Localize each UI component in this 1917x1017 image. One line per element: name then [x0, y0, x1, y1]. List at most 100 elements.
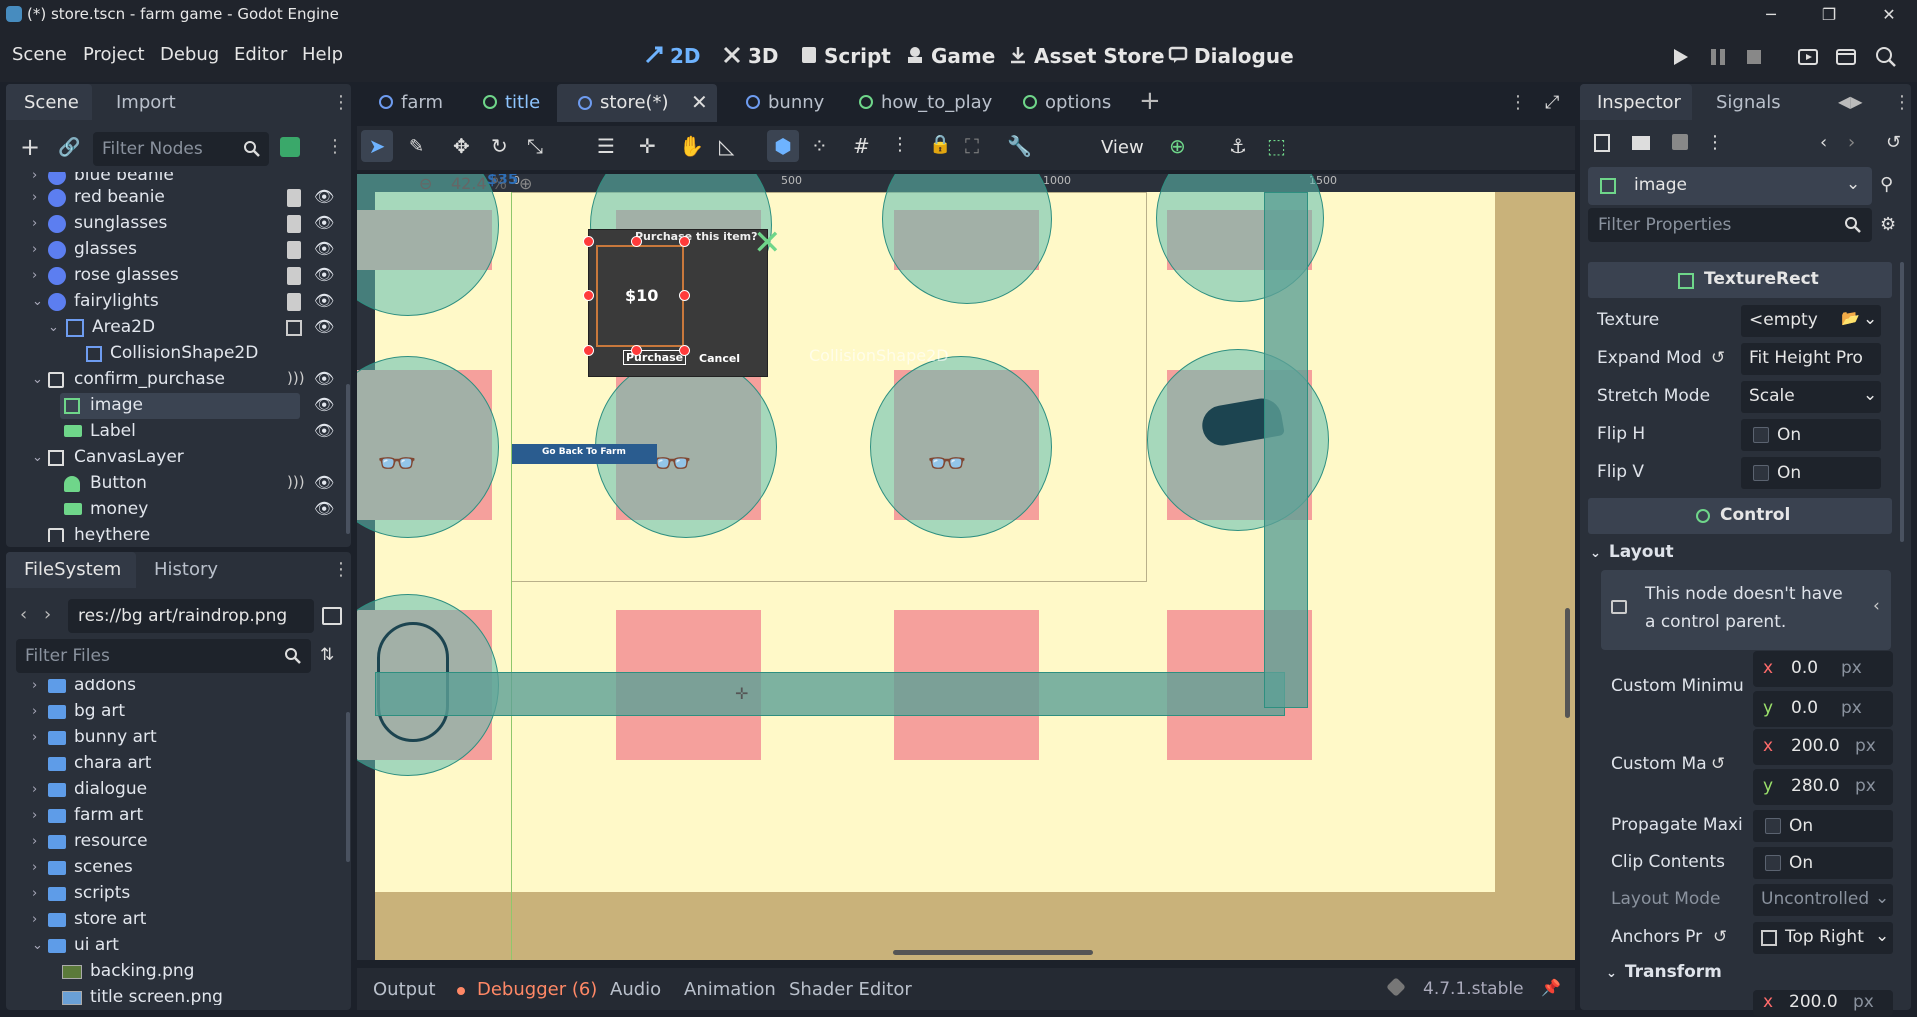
file-tree-scrollbar[interactable]	[346, 712, 350, 862]
resize-handle[interactable]	[583, 290, 594, 301]
fs-item-bg-art[interactable]: › bg art	[6, 699, 351, 725]
dock-menu-icon[interactable]: ⋮	[332, 559, 350, 580]
visibility-eye-icon[interactable]: 👁	[314, 213, 334, 232]
revert-icon[interactable]: ↺	[1711, 754, 1725, 774]
collapse-warning-icon[interactable]: ‹	[1873, 596, 1880, 616]
forward-arrow-icon[interactable]: ›	[44, 604, 51, 625]
prop-flip-v[interactable]: Flip V On	[1583, 455, 1893, 491]
sort-icon[interactable]: ⇅	[320, 645, 334, 665]
node-selector[interactable]: image ⌄	[1588, 167, 1872, 205]
inspector-menu-icon[interactable]: ⋮	[1706, 132, 1724, 153]
play-custom-scene-icon[interactable]	[1834, 45, 1858, 69]
bottom-tab-output[interactable]: Output	[373, 979, 436, 1000]
history-back-icon[interactable]: ‹	[1820, 132, 1827, 153]
layout-mode-select[interactable]: Uncontrolled ⌄	[1753, 884, 1893, 916]
close-window-button[interactable]: ✕	[1866, 0, 1912, 29]
prop-propagate-maximum[interactable]: Propagate Maxi On	[1597, 808, 1893, 844]
fs-item-bunny-art[interactable]: › bunny art	[6, 725, 351, 751]
script-icon[interactable]	[287, 189, 301, 207]
layout-section[interactable]: ⌄ Layout	[1590, 542, 1674, 562]
resize-handle[interactable]	[583, 236, 594, 247]
lock-icon[interactable]: 🔒	[929, 134, 951, 155]
anchors-preset-select[interactable]: Top Right ⌄	[1753, 922, 1893, 954]
scene-tree-scrollbar[interactable]	[346, 384, 350, 534]
snap-menu-icon[interactable]: ⋮	[891, 134, 909, 155]
tree-row-heythere[interactable]: heythere	[6, 523, 351, 542]
custom-min-x-field[interactable]: x 0.0 px	[1753, 651, 1893, 687]
close-tab-icon[interactable]: ✕	[691, 90, 708, 114]
prop-anchors-preset[interactable]: Anchors Pr ↺ Top Right ⌄	[1597, 920, 1893, 956]
scene-tab-bunny[interactable]: bunny	[746, 92, 824, 113]
fs-item-scripts[interactable]: › scripts	[6, 881, 351, 907]
visibility-eye-icon[interactable]: 👁	[314, 369, 334, 388]
fs-item-farm-art[interactable]: › farm art	[6, 803, 351, 829]
zoom-level[interactable]: 42.4 %	[451, 174, 507, 193]
resize-handle[interactable]	[631, 345, 642, 356]
snap-icon[interactable]: ⁘	[811, 134, 828, 158]
visibility-eye-icon[interactable]: 👁	[314, 239, 334, 258]
add-anchor-icon[interactable]: ⊕	[1169, 134, 1186, 158]
propagate-checkbox[interactable]: On	[1753, 810, 1893, 842]
paint-tool-icon[interactable]: ✎	[409, 136, 424, 157]
new-resource-icon[interactable]	[1594, 134, 1610, 152]
back-arrow-icon[interactable]: ‹	[20, 604, 27, 625]
dialog-cancel-button[interactable]: Cancel	[699, 352, 740, 365]
ruler-tool-icon[interactable]: ◺	[719, 134, 734, 158]
inspector-scrollbar[interactable]	[1900, 262, 1904, 542]
list-select-icon[interactable]: ☰	[597, 134, 615, 158]
prop-flip-h[interactable]: Flip H On	[1583, 417, 1893, 453]
movie-maker-icon[interactable]	[1874, 45, 1898, 69]
scene-tab-options[interactable]: options	[1023, 92, 1111, 113]
purchase-dialog[interactable]: Purchase this item? $10 Purchase Cancel	[583, 229, 768, 377]
tree-row-button[interactable]: Button))) 👁	[6, 471, 351, 497]
revert-icon[interactable]: ↺	[1711, 348, 1725, 368]
visibility-eye-icon[interactable]: 👁	[314, 473, 334, 492]
floor-collision[interactable]	[375, 672, 1285, 716]
zoom-in-icon[interactable]: ⊕	[519, 174, 532, 193]
history-forward-icon[interactable]: ›	[1848, 132, 1855, 153]
prop-texture[interactable]: Texture <empty 📂 ⌄	[1583, 303, 1893, 339]
scale-tool-icon[interactable]: ⤡	[527, 134, 543, 158]
pause-icon[interactable]	[1706, 45, 1730, 69]
dock-menu-icon[interactable]: ⋮	[1893, 92, 1911, 113]
filter-nodes-input[interactable]: Filter Nodes	[93, 132, 269, 166]
viewport-h-scrollbar[interactable]	[893, 950, 1093, 955]
visibility-eye-icon[interactable]: 👁	[314, 265, 334, 284]
checkbox[interactable]	[1765, 855, 1781, 871]
fs-item-backing-png[interactable]: backing.png	[6, 959, 351, 985]
property-settings-icon[interactable]: ⚙	[1880, 214, 1896, 235]
workspace-game[interactable]: Game	[905, 44, 995, 68]
visibility-eye-icon[interactable]: 👁	[314, 187, 334, 206]
back-to-farm-button[interactable]: Go Back To Farm	[512, 444, 657, 464]
bottom-tab-animation[interactable]: Animation	[684, 979, 776, 1000]
clip-contents-checkbox[interactable]: On	[1753, 847, 1893, 879]
visibility-eye-icon[interactable]: 👁	[314, 421, 334, 440]
pivot-tool-icon[interactable]: ✛	[639, 134, 656, 158]
distraction-free-icon[interactable]: ⤢	[1545, 92, 1559, 113]
fs-item-scenes[interactable]: › scenes	[6, 855, 351, 881]
transform-x-field[interactable]: x 200.0 px	[1753, 990, 1893, 1016]
fs-item-store-art[interactable]: › store art	[6, 907, 351, 933]
tab-filesystem[interactable]: FileSystem	[6, 552, 136, 588]
tab-scene[interactable]: Scene	[6, 84, 92, 120]
workspace-script[interactable]: Script	[800, 44, 891, 68]
fs-item-title-screen-png[interactable]: title screen.png	[6, 985, 351, 1005]
fs-item-dialogue[interactable]: › dialogue	[6, 777, 351, 803]
signal-icon[interactable]: )))	[287, 473, 305, 491]
dock-arrows-icon[interactable]: ◀▶	[1838, 92, 1863, 111]
prop-stretch-mode[interactable]: Stretch Mode Scale ⌄	[1583, 379, 1893, 415]
tree-row-rose-glasses[interactable]: › rose glasses 👁	[6, 263, 351, 289]
viewport-v-scrollbar[interactable]	[1565, 608, 1570, 718]
zoom-out-icon[interactable]: ⊖	[419, 174, 432, 193]
menu-debug[interactable]: Debug	[160, 44, 219, 65]
script-icon[interactable]	[287, 241, 301, 259]
workspace-dialogue[interactable]: Dialogue	[1168, 44, 1294, 68]
class-header-control[interactable]: Control	[1588, 498, 1892, 534]
tree-row-image[interactable]: image 👁	[6, 393, 351, 419]
filter-files-input[interactable]: Filter Files	[16, 639, 311, 673]
scene-tab-store[interactable]: store(*) ✕	[557, 84, 717, 122]
script-icon[interactable]	[287, 215, 301, 233]
move-tool-icon[interactable]: ✥	[453, 134, 470, 158]
flip-h-checkbox[interactable]: On	[1741, 419, 1881, 451]
scene-tab-how-to-play[interactable]: how_to_play	[859, 92, 992, 113]
